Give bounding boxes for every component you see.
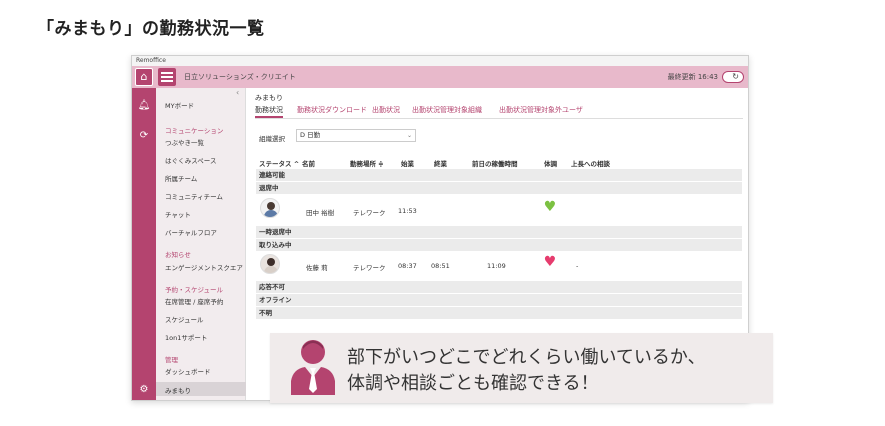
sidebar-item-team[interactable]: 所属チーム [165, 173, 197, 183]
group-row-available: 連絡可能 [256, 169, 742, 181]
tab-work-status[interactable]: 勤務状況 [255, 105, 283, 118]
feature-banner: 部下がいつどこでどれくらい働いているか、 体調や相談ごとも確認できる！ [270, 333, 773, 403]
sidebar-item-hagukumi[interactable]: はぐくみスペース [165, 155, 216, 165]
row-prev-hours: 11:09 [487, 262, 506, 270]
chevron-down-icon: ⌄ [406, 132, 412, 139]
organization-name: 日立ソリューションズ・クリエイト [184, 73, 296, 81]
person-icon-body [264, 266, 278, 273]
refresh-toggle[interactable]: ↻ [722, 71, 744, 83]
row-name[interactable]: 田中 裕樹 [306, 207, 334, 217]
group-row-unavailable: 応答不可 [256, 281, 742, 293]
row-name[interactable]: 佐藤 莉 [306, 262, 328, 272]
sidebar-item-schedule[interactable]: スケジュール [165, 314, 204, 324]
hamburger-icon-bar [161, 80, 173, 82]
sidebar-group-admin: 管理 [165, 356, 178, 364]
org-select[interactable]: D 日勤 ⌄ [296, 129, 416, 142]
tab-managed-orgs[interactable]: 出勤状況管理対象組織 [412, 105, 482, 115]
window-title: Remoffice [136, 57, 166, 64]
window-titlebar: Remoffice [132, 56, 748, 66]
sidebar-item-community[interactable]: コミュニティチーム [165, 191, 223, 201]
home-button[interactable]: ⌂ [135, 68, 153, 86]
group-row-temp-away: 一時退席中 [256, 226, 742, 238]
sidebar-item-dashboard[interactable]: ダッシュボード [165, 366, 211, 376]
person-icon [267, 258, 275, 266]
banner-text-line1: 部下がいつどこでどれくらい働いているか、 [347, 347, 706, 368]
breadcrumb: みまもり [255, 94, 283, 102]
sync-icon[interactable]: ⟳ [132, 130, 156, 141]
home-icon: ⌂ [140, 70, 148, 83]
menu-toggle-button[interactable] [158, 68, 176, 86]
sidebar-item-seat[interactable]: 在席管理 / 座席予約 [165, 296, 223, 306]
sidebar-item-1on1[interactable]: 1on1サポート [165, 332, 207, 342]
sidebar-item-myboard[interactable]: MYボード [165, 100, 194, 110]
sidebar-item-mimamori[interactable]: みまもり [165, 385, 191, 395]
sidebar-group-communication: コミュニケーション [165, 127, 224, 135]
sidebar-group-notice: お知らせ [165, 251, 191, 259]
tab-divider [255, 118, 743, 119]
row-end: 08:51 [431, 262, 450, 270]
icon-rail: 🔔︎ ⟳ ⚙ [132, 88, 156, 400]
org-select-value: D 日勤 [300, 131, 321, 139]
tab-status-download[interactable]: 勤務状況ダウンロード [297, 105, 367, 115]
group-row-busy: 取り込み中 [256, 239, 742, 251]
tab-excluded-users[interactable]: 出勤状況管理対象外ユーザ [499, 105, 583, 115]
column-header-health: 体調 [544, 160, 557, 168]
sidebar-item-tsubuyaki[interactable]: つぶやき一覧 [165, 137, 204, 147]
column-header-end: 終業 [434, 160, 447, 168]
sidebar-item-virtual-floor[interactable]: バーチャルフロア [165, 227, 217, 237]
group-row-unknown: 不明 [256, 307, 742, 319]
page-heading: 「みまもり」の勤務状況一覧 [37, 19, 265, 39]
row-start: 11:53 [398, 207, 417, 215]
org-select-label: 組織選択 [259, 135, 285, 143]
banner-text-line2: 体調や相談ごとも確認できる！ [347, 373, 599, 394]
last-update-text: 最終更新 16:43 [667, 73, 718, 81]
avatar [260, 198, 280, 218]
app-header: ⌂ 日立ソリューションズ・クリエイト 最終更新 16:43 ↻ [132, 66, 748, 88]
column-header-start: 始業 [401, 160, 414, 168]
person-icon [267, 202, 275, 210]
row-place: テレワーク [353, 264, 386, 272]
row-start: 08:37 [398, 262, 417, 270]
sidebar: ‹ MYボード コミュニケーション つぶやき一覧 はぐくみスペース 所属チーム … [156, 88, 246, 400]
column-header-status[interactable]: ステータス ^ [259, 158, 299, 168]
avatar [260, 254, 280, 274]
group-row-offline: オフライン [256, 294, 742, 306]
person-icon-body [264, 210, 278, 217]
hamburger-icon [161, 72, 173, 74]
column-header-place[interactable]: 勤務場所 ≑ [350, 158, 384, 168]
column-header-prev-hours: 前日の稼働時間 [472, 160, 518, 168]
notification-bell-icon[interactable]: 🔔︎ [132, 100, 156, 111]
column-header-consult: 上長への相談 [571, 160, 610, 168]
collapse-sidebar-icon[interactable]: ‹ [236, 88, 239, 97]
sidebar-item-engagement[interactable]: エンゲージメントスクエア [165, 262, 243, 272]
tab-attendance[interactable]: 出勤状況 [372, 105, 400, 115]
sidebar-item-chat[interactable]: チャット [165, 209, 191, 219]
health-heart-icon[interactable]: ♥ [543, 255, 557, 269]
row-consult: - [576, 262, 579, 270]
hamburger-icon-bar [161, 76, 173, 78]
businessman-icon [291, 340, 335, 395]
column-header-name: 名前 [302, 160, 315, 168]
sidebar-group-schedule: 予約・スケジュール [165, 286, 224, 294]
group-row-away: 退席中 [256, 182, 742, 194]
refresh-icon: ↻ [732, 72, 739, 81]
row-place: テレワーク [353, 209, 386, 217]
gear-icon[interactable]: ⚙ [132, 384, 156, 395]
health-heart-icon[interactable]: ♥ [543, 200, 557, 214]
